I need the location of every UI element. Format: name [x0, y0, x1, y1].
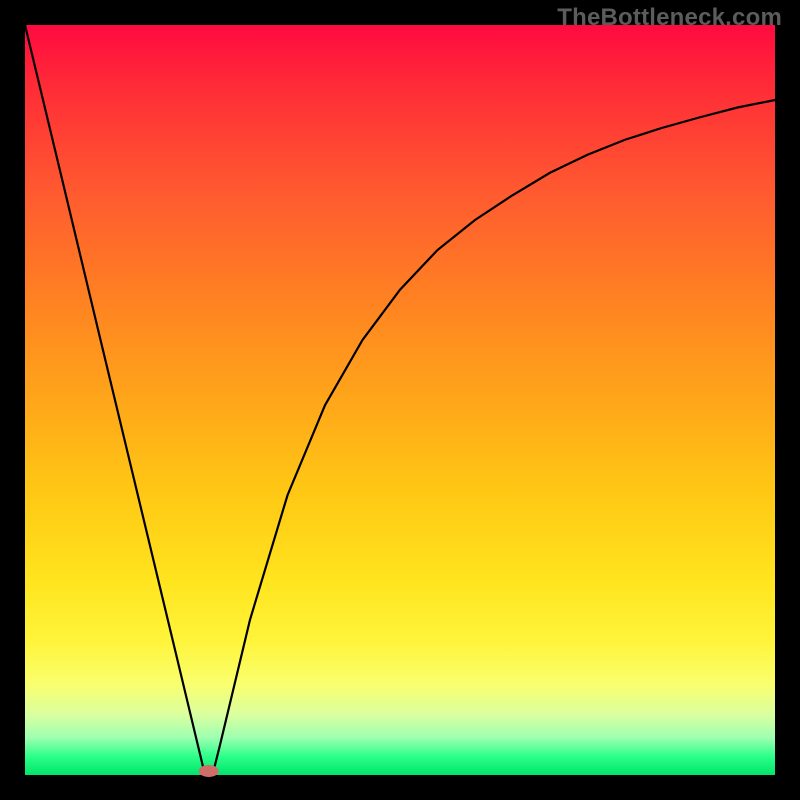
- plot-area: [25, 25, 775, 775]
- bottleneck-curve: [25, 25, 775, 775]
- curve-layer: [25, 25, 775, 775]
- chart-frame: TheBottleneck.com: [0, 0, 800, 800]
- current-config-marker: [199, 765, 219, 777]
